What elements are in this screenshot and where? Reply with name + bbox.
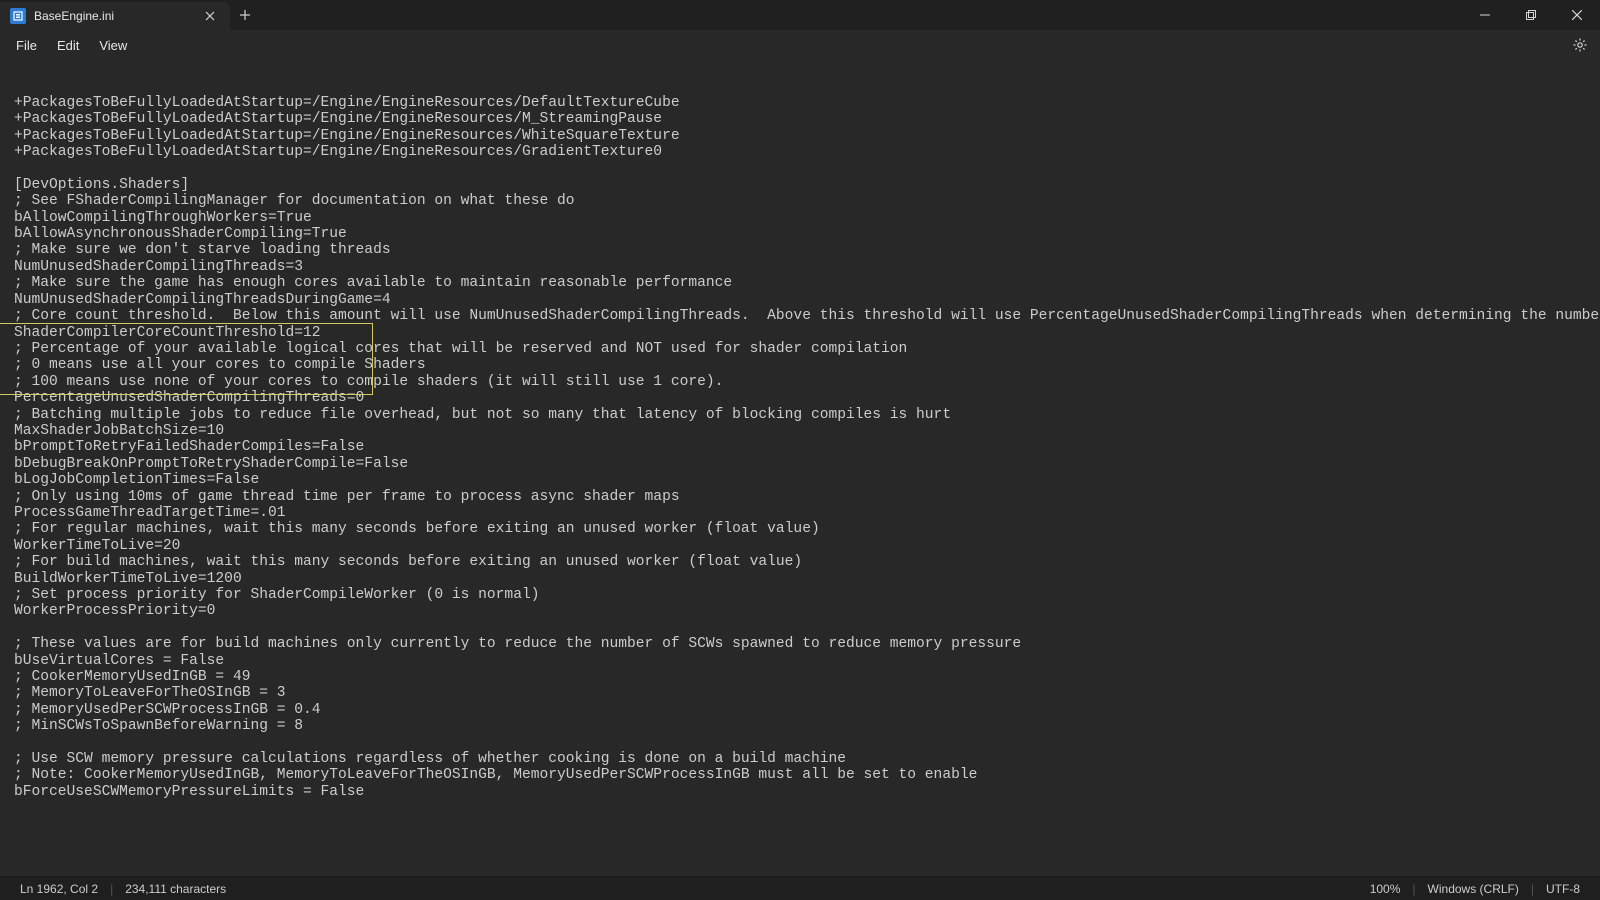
window-controls <box>1462 0 1600 30</box>
editor-line: ; 100 means use none of your cores to co… <box>14 374 1600 390</box>
editor-line: MaxShaderJobBatchSize=10 <box>14 423 1600 439</box>
maximize-button[interactable] <box>1508 0 1554 30</box>
status-eol[interactable]: Windows (CRLF) <box>1420 882 1527 896</box>
minimize-button[interactable] <box>1462 0 1508 30</box>
menu-items: File Edit View <box>6 34 137 57</box>
editor-line: +PackagesToBeFullyLoadedAtStartup=/Engin… <box>14 144 1600 160</box>
editor-line: WorkerTimeToLive=20 <box>14 538 1600 554</box>
status-line-col[interactable]: Ln 1962, Col 2 <box>12 882 106 896</box>
editor-line: bDebugBreakOnPromptToRetryShaderCompile=… <box>14 456 1600 472</box>
menu-view[interactable]: View <box>89 34 137 57</box>
editor-line: +PackagesToBeFullyLoadedAtStartup=/Engin… <box>14 95 1600 111</box>
editor-line: NumUnusedShaderCompilingThreadsDuringGam… <box>14 292 1600 308</box>
statusbar: Ln 1962, Col 2 | 234,111 characters 100%… <box>0 876 1600 900</box>
editor-line: ; Set process priority for ShaderCompile… <box>14 587 1600 603</box>
editor-line: +PackagesToBeFullyLoadedAtStartup=/Engin… <box>14 111 1600 127</box>
editor-line: NumUnusedShaderCompilingThreads=3 <box>14 259 1600 275</box>
status-divider: | <box>1412 882 1415 896</box>
status-left: Ln 1962, Col 2 | 234,111 characters <box>12 882 234 896</box>
editor-line: ; Core count threshold. Below this amoun… <box>14 308 1600 324</box>
editor-line: ; Make sure the game has enough cores av… <box>14 275 1600 291</box>
tab-title: BaseEngine.ini <box>34 9 192 23</box>
status-divider: | <box>1531 882 1534 896</box>
editor-area[interactable]: +PackagesToBeFullyLoadedAtStartup=/Engin… <box>0 60 1600 876</box>
titlebar-left: BaseEngine.ini <box>0 0 260 30</box>
editor-line: BuildWorkerTimeToLive=1200 <box>14 571 1600 587</box>
editor-line: ; 0 means use all your cores to compile … <box>14 357 1600 373</box>
status-divider: | <box>110 882 113 896</box>
editor-line <box>14 160 1600 176</box>
editor-line: ; Percentage of your available logical c… <box>14 341 1600 357</box>
editor-line: ; Only using 10ms of game thread time pe… <box>14 489 1600 505</box>
editor-line: bAllowAsynchronousShaderCompiling=True <box>14 226 1600 242</box>
editor-line: ; For regular machines, wait this many s… <box>14 521 1600 537</box>
editor-line <box>14 620 1600 636</box>
tab-close-button[interactable] <box>200 6 220 26</box>
status-encoding[interactable]: UTF-8 <box>1538 882 1588 896</box>
editor-line <box>14 735 1600 751</box>
editor-line: ; For build machines, wait this many sec… <box>14 554 1600 570</box>
editor-line: ; MemoryUsedPerSCWProcessInGB = 0.4 <box>14 702 1600 718</box>
editor-line: ; See FShaderCompilingManager for docume… <box>14 193 1600 209</box>
menubar: File Edit View <box>0 30 1600 60</box>
status-char-count[interactable]: 234,111 characters <box>117 882 234 896</box>
editor-line: bLogJobCompletionTimes=False <box>14 472 1600 488</box>
status-right: 100% | Windows (CRLF) | UTF-8 <box>1362 882 1588 896</box>
editor-line: ; Batching multiple jobs to reduce file … <box>14 407 1600 423</box>
new-tab-button[interactable] <box>230 0 260 30</box>
editor-line: ; Make sure we don't starve loading thre… <box>14 242 1600 258</box>
file-icon <box>10 8 26 24</box>
editor-line: ; These values are for build machines on… <box>14 636 1600 652</box>
editor-line: ; Use SCW memory pressure calculations r… <box>14 751 1600 767</box>
editor-line: +PackagesToBeFullyLoadedAtStartup=/Engin… <box>14 128 1600 144</box>
editor-line: ; MemoryToLeaveForTheOSInGB = 3 <box>14 685 1600 701</box>
editor-line: ShaderCompilerCoreCountThreshold=12 <box>14 325 1600 341</box>
editor-line: ; Note: CookerMemoryUsedInGB, MemoryToLe… <box>14 767 1600 783</box>
settings-button[interactable] <box>1566 31 1594 59</box>
editor-line: bAllowCompilingThroughWorkers=True <box>14 210 1600 226</box>
titlebar: BaseEngine.ini <box>0 0 1600 30</box>
editor-line: ; MinSCWsToSpawnBeforeWarning = 8 <box>14 718 1600 734</box>
editor-line: bForceUseSCWMemoryPressureLimits = False <box>14 784 1600 800</box>
editor-line: ProcessGameThreadTargetTime=.01 <box>14 505 1600 521</box>
editor-line: ; CookerMemoryUsedInGB = 49 <box>14 669 1600 685</box>
active-tab[interactable]: BaseEngine.ini <box>0 2 230 30</box>
editor-line: PercentageUnusedShaderCompilingThreads=0 <box>14 390 1600 406</box>
editor-line: WorkerProcessPriority=0 <box>14 603 1600 619</box>
editor-line: bUseVirtualCores = False <box>14 653 1600 669</box>
menu-edit[interactable]: Edit <box>47 34 89 57</box>
editor-line: [DevOptions.Shaders] <box>14 177 1600 193</box>
menu-file[interactable]: File <box>6 34 47 57</box>
editor-line: bPromptToRetryFailedShaderCompiles=False <box>14 439 1600 455</box>
close-button[interactable] <box>1554 0 1600 30</box>
status-zoom[interactable]: 100% <box>1362 882 1409 896</box>
